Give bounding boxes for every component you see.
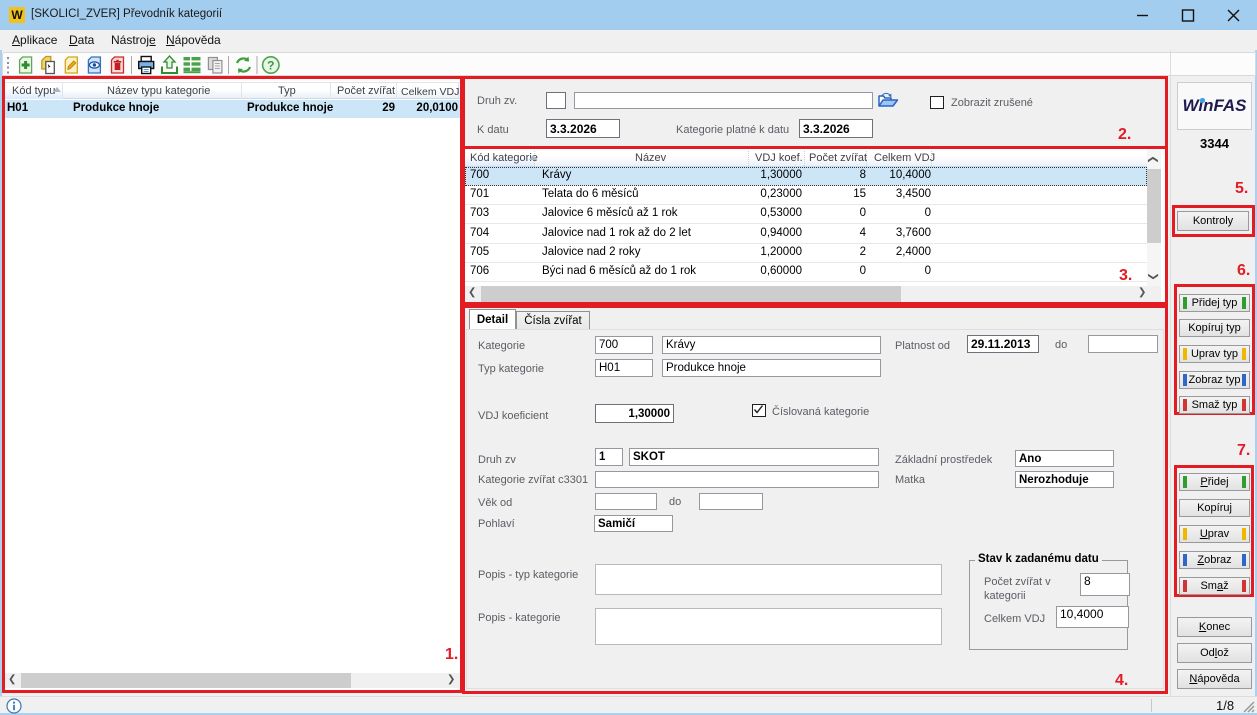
svg-text:?: ? (267, 59, 274, 73)
